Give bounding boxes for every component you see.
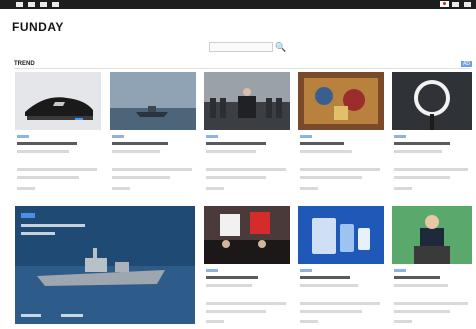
top-bar <box>0 0 476 9</box>
category-tag[interactable] <box>394 269 406 272</box>
article-excerpt <box>206 176 266 179</box>
speaker-podium-image-icon[interactable] <box>392 206 472 264</box>
category-tag[interactable] <box>206 269 218 272</box>
phone-image-icon[interactable] <box>298 206 384 264</box>
article-date <box>300 320 318 323</box>
featured-subtitle <box>21 232 55 235</box>
article-card[interactable] <box>15 72 101 194</box>
article-title[interactable] <box>300 142 344 145</box>
article-subtitle <box>17 150 69 153</box>
featured-title[interactable] <box>21 224 85 227</box>
article-excerpt <box>300 302 380 305</box>
article-excerpt <box>394 310 450 313</box>
article-excerpt <box>394 176 450 179</box>
category-tag[interactable] <box>112 135 124 138</box>
article-date <box>206 320 224 323</box>
top-nav-link[interactable] <box>40 2 47 7</box>
section-divider <box>14 68 470 69</box>
featured-tag[interactable] <box>21 213 35 218</box>
article-excerpt <box>206 302 286 305</box>
article-card[interactable] <box>298 72 384 194</box>
article-excerpt <box>300 168 380 171</box>
article-title[interactable] <box>112 142 168 145</box>
article-card[interactable] <box>298 206 384 326</box>
top-nav-link[interactable] <box>16 2 23 7</box>
top-nav-link[interactable] <box>28 2 35 7</box>
article-excerpt <box>300 176 362 179</box>
article-subtitle <box>112 150 160 153</box>
article-title[interactable] <box>394 142 450 145</box>
article-card[interactable] <box>392 206 472 326</box>
article-subtitle <box>394 284 448 287</box>
category-tag[interactable] <box>394 135 406 138</box>
ship-image-icon[interactable] <box>110 72 196 130</box>
article-excerpt <box>206 168 286 171</box>
article-date <box>300 187 318 190</box>
category-tag[interactable] <box>300 135 312 138</box>
search-button[interactable]: 🔍 <box>275 41 287 53</box>
article-subtitle <box>394 150 442 153</box>
featured-date <box>61 314 83 317</box>
article-card[interactable] <box>204 206 290 326</box>
featured-credit <box>21 314 41 317</box>
ad-badge[interactable]: AD <box>461 61 472 67</box>
protest-image-icon[interactable] <box>204 206 290 264</box>
top-nav-link[interactable] <box>464 2 471 7</box>
article-title[interactable] <box>394 276 440 279</box>
article-date <box>206 187 224 190</box>
article-excerpt <box>17 176 79 179</box>
article-subtitle <box>206 284 252 287</box>
sneaker-image-icon[interactable] <box>15 72 101 130</box>
article-date <box>17 187 35 190</box>
article-excerpt <box>206 310 266 313</box>
ring-light-image-icon[interactable] <box>392 72 472 130</box>
article-card[interactable] <box>204 72 290 194</box>
top-nav-link[interactable] <box>52 2 59 7</box>
category-tag[interactable] <box>17 135 29 138</box>
article-card[interactable] <box>110 72 196 194</box>
article-title[interactable] <box>206 276 258 279</box>
featured-article-card[interactable] <box>15 206 195 324</box>
article-excerpt <box>394 302 468 305</box>
painting-image-icon[interactable] <box>298 72 384 130</box>
article-excerpt <box>112 168 192 171</box>
section-title: TREND <box>14 61 35 67</box>
article-title[interactable] <box>206 142 266 145</box>
article-title[interactable] <box>300 276 350 279</box>
article-excerpt <box>112 176 170 179</box>
top-nav-link[interactable] <box>452 2 459 7</box>
article-date <box>112 187 130 190</box>
japan-flag-icon[interactable] <box>440 1 449 7</box>
article-subtitle <box>206 150 256 153</box>
article-title[interactable] <box>17 142 77 145</box>
site-logo[interactable]: FUNDAY <box>12 20 64 34</box>
article-excerpt <box>300 310 362 313</box>
press-conference-image-icon[interactable] <box>204 72 290 130</box>
article-excerpt <box>394 168 468 171</box>
article-excerpt <box>17 168 97 171</box>
article-card[interactable] <box>392 72 472 194</box>
search-input[interactable] <box>209 42 273 52</box>
article-subtitle <box>300 284 358 287</box>
category-tag[interactable] <box>206 135 218 138</box>
article-subtitle <box>300 150 352 153</box>
article-date <box>394 320 412 323</box>
article-date <box>394 187 412 190</box>
category-tag[interactable] <box>300 269 312 272</box>
